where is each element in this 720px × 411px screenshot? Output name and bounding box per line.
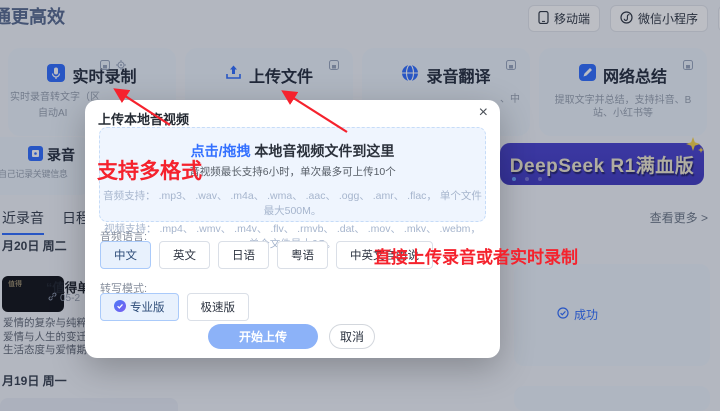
mode-chip-fast[interactable]: 极速版: [187, 293, 250, 321]
dropzone-click-drag-label: 点击/拖拽: [191, 143, 251, 159]
file-dropzone[interactable]: 点击/拖拽 本地音视频文件到这里 音视频最长支持6小时，单次最多可上传10个 音…: [99, 127, 486, 222]
language-chip-english[interactable]: 英文: [159, 241, 210, 269]
pro-badge-icon: [114, 300, 126, 315]
mode-options: 专业版 极速版: [100, 293, 249, 321]
language-chip-japanese[interactable]: 日语: [218, 241, 269, 269]
modal-title: 上传本地音视频: [98, 109, 189, 128]
language-chip-cantonese[interactable]: 粤语: [277, 241, 328, 269]
language-chip-chinese[interactable]: 中文: [100, 241, 151, 269]
start-upload-button[interactable]: 开始上传: [208, 324, 318, 349]
close-icon[interactable]: ×: [479, 104, 488, 122]
cancel-button[interactable]: 取消: [329, 324, 375, 349]
mode-chip-professional[interactable]: 专业版: [100, 293, 179, 321]
audio-format-support: 音频支持： .mp3、 .wav、 .m4a、 .wma、 .aac、 .ogg…: [100, 188, 485, 218]
dropzone-note: 音视频最长支持6小时，单次最多可上传10个: [100, 164, 485, 179]
upload-modal: 上传本地音视频 × 点击/拖拽 本地音视频文件到这里 音视频最长支持6小时，单次…: [85, 100, 500, 358]
language-chip-mixed[interactable]: 中英文自由说: [336, 241, 433, 269]
language-options: 中文 英文 日语 粤语 中英文自由说: [100, 241, 433, 269]
mode-chip-label: 专业版: [130, 299, 165, 315]
dropzone-cta-label: 本地音视频文件到这里: [251, 143, 395, 159]
